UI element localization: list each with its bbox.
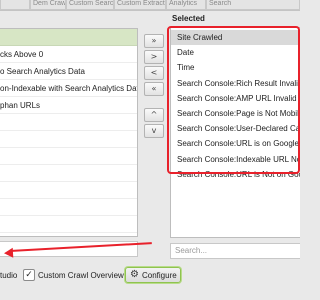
tab[interactable]: Custom Extraction [114, 0, 166, 10]
list-item[interactable]: Search Console:URL is Not on Goog [171, 167, 300, 182]
annotation-arrow-head [3, 247, 14, 259]
configure-button[interactable]: ⚙ Configure [125, 267, 181, 283]
available-list-header [0, 29, 137, 46]
list-item[interactable]: cks Above 0 [0, 46, 137, 63]
custom-crawl-overview-label: Custom Crawl Overview [38, 271, 124, 280]
selected-heading: Selected [172, 14, 205, 23]
gear-icon: ⚙ [130, 269, 139, 280]
selected-list-panel: Site Crawled Date Time Search Console:Ri… [170, 27, 300, 238]
tab[interactable]: Custom Search [66, 0, 114, 10]
tab[interactable]: Search [206, 0, 300, 10]
move-up-button[interactable]: ^ [144, 108, 164, 122]
list-item[interactable]: Site Crawled [171, 30, 300, 46]
available-list-panel: cks Above 0 o Search Analytics Data on-I… [0, 28, 138, 250]
list-item[interactable] [0, 114, 137, 131]
list-item[interactable]: Search Console:AMP URL Invalid [171, 91, 300, 106]
custom-crawl-overview-checkbox[interactable]: ✓ [23, 269, 35, 281]
add-button[interactable]: > [144, 50, 164, 64]
list-item[interactable]: on-Indexable with Search Analytics Data [0, 80, 137, 97]
selected-list: Site Crawled Date Time Search Console:Ri… [171, 30, 300, 182]
tab[interactable]: Analytics [166, 0, 206, 10]
list-item[interactable]: o Search Analytics Data [0, 63, 137, 80]
move-down-button[interactable]: v [144, 124, 164, 138]
list-item[interactable]: phan URLs [0, 97, 137, 114]
remove-button[interactable]: < [144, 66, 164, 80]
list-item[interactable]: Search Console:User-Declared Canon [171, 121, 300, 136]
list-item[interactable] [0, 148, 137, 165]
selected-search-input[interactable]: Search... [170, 243, 300, 259]
studio-label: tudio [0, 271, 18, 280]
list-item[interactable] [0, 131, 137, 148]
remove-all-button[interactable]: « [144, 82, 164, 96]
tab[interactable] [0, 0, 30, 10]
list-item[interactable]: Search Console:Page is Not Mobile [171, 106, 300, 121]
list-item[interactable] [0, 199, 137, 216]
list-item[interactable] [0, 182, 137, 199]
list-item[interactable]: Time [171, 60, 300, 75]
list-item[interactable] [0, 216, 137, 233]
list-item[interactable] [0, 165, 137, 182]
available-list: cks Above 0 o Search Analytics Data on-I… [0, 46, 137, 250]
tab-strip: Dem Crawl Custom Search Custom Extractio… [0, 0, 300, 11]
list-item[interactable]: Search Console:Indexable URL Not I [171, 152, 300, 167]
list-item[interactable]: Search Console:Rich Result Invalid [171, 76, 300, 91]
list-item[interactable]: Search Console:URL is on Google Bu [171, 136, 300, 151]
list-item[interactable]: Date [171, 45, 300, 60]
add-all-button[interactable]: » [144, 34, 164, 48]
tab[interactable]: Dem Crawl [30, 0, 66, 10]
configure-button-label: Configure [142, 271, 177, 280]
